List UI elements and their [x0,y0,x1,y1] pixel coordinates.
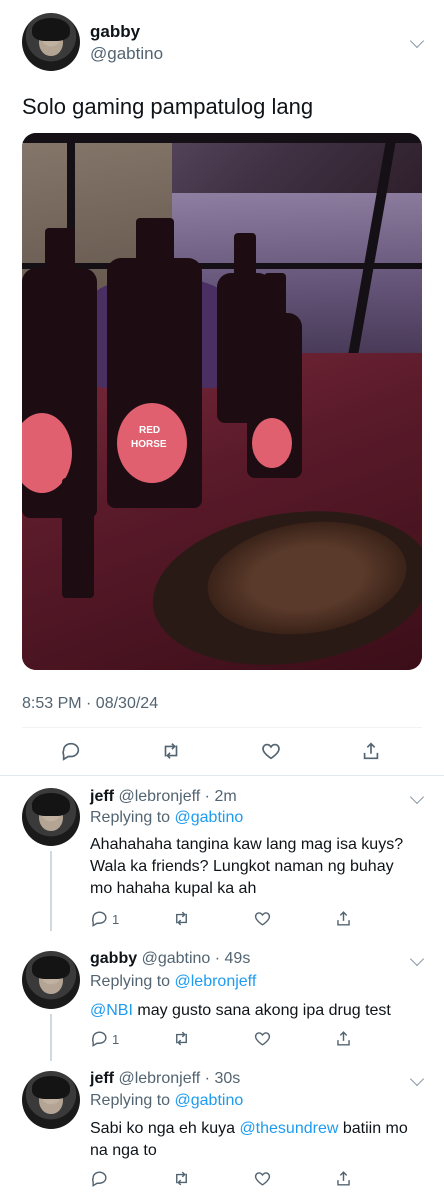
display-name[interactable]: gabby [90,22,140,42]
reply-icon[interactable] [90,909,112,931]
chevron-down-icon[interactable] [409,33,425,49]
share-icon[interactable] [334,1169,356,1191]
share-icon[interactable] [334,909,356,931]
reply-tweet[interactable]: jeff @lebronjeff · 2m Replying to @gabti… [0,776,444,941]
reply-icon[interactable] [60,740,82,762]
replying-to: Replying to @gabtino [90,1092,244,1109]
chevron-down-icon[interactable] [409,951,425,967]
thread-line [50,1014,52,1061]
mention-link[interactable]: @gabtino [175,809,244,826]
display-name[interactable]: jeff [90,788,114,805]
retweet-icon[interactable] [172,909,194,931]
bottle-label: RED HORSE [117,403,187,483]
reply-icon[interactable] [90,1169,112,1191]
heart-icon[interactable] [253,909,275,931]
heart-icon[interactable] [260,740,282,762]
heart-icon[interactable] [253,1029,275,1051]
reply-count: 1 [112,912,120,927]
share-icon[interactable] [360,740,382,762]
divider [22,727,422,728]
reply-text: Sabi ko nga eh kuya @thesundrew batiin m… [90,1120,408,1159]
tweet-timestamp[interactable]: 8:53 PM · 08/30/24 [22,695,158,713]
thread-line [50,851,52,931]
mention-link[interactable]: @lebronjeff [175,973,257,990]
reply-header: jeff @lebronjeff · 2m [90,788,237,806]
reply-tweet[interactable]: jeff @lebronjeff · 30s Replying to @gabt… [0,1061,444,1200]
main-tweet: gabby @gabtino Solo gaming pampatulog la… [0,0,444,775]
retweet-icon[interactable] [172,1169,194,1191]
mention-link[interactable]: @gabtino [175,1092,244,1109]
handle-time[interactable]: @lebronjeff · 2m [118,788,236,805]
reply-text: Ahahahaha tangina kaw lang mag isa kuys?… [90,836,404,897]
chevron-down-icon[interactable] [409,1071,425,1087]
display-name[interactable]: gabby [90,950,137,967]
handle-time[interactable]: @gabtino · 49s [142,950,251,967]
avatar[interactable] [22,13,80,71]
handle[interactable]: @gabtino [90,44,163,64]
display-name[interactable]: jeff [90,1070,114,1087]
replying-to: Replying to @lebronjeff [90,973,257,990]
reply-header: jeff @lebronjeff · 30s [90,1070,240,1088]
avatar[interactable] [22,1071,80,1129]
avatar[interactable] [22,788,80,846]
tweet-text: Solo gaming pampatulog lang [22,94,314,119]
reply-tweet[interactable]: gabby @gabtino · 49s Replying to @lebron… [0,941,444,1061]
handle-time[interactable]: @lebronjeff · 30s [118,1070,240,1087]
tweet-photo[interactable]: RED HORSE [22,133,422,670]
reply-text: @NBI may gusto sana akong ipa drug test [90,1002,391,1019]
retweet-icon[interactable] [172,1029,194,1051]
replying-to: Replying to @gabtino [90,809,244,826]
chevron-down-icon[interactable] [409,789,425,805]
reply-header: gabby @gabtino · 49s [90,950,250,968]
reply-count: 1 [112,1032,120,1047]
mention-link[interactable]: @NBI [90,1002,133,1019]
retweet-icon[interactable] [160,740,182,762]
share-icon[interactable] [334,1029,356,1051]
avatar[interactable] [22,951,80,1009]
reply-icon[interactable] [90,1029,112,1051]
mention-link[interactable]: @thesundrew [239,1120,338,1137]
heart-icon[interactable] [253,1169,275,1191]
